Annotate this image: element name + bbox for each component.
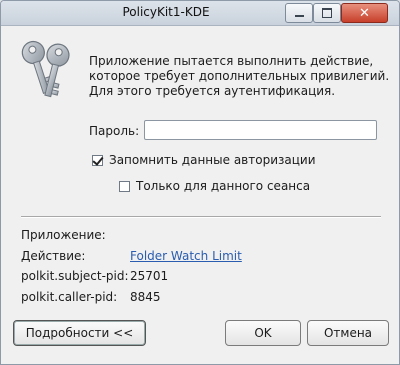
maximize-icon <box>322 8 332 18</box>
titlebar[interactable]: PolicyKit1-KDE ✕ <box>1 1 399 26</box>
close-button[interactable]: ✕ <box>341 3 388 23</box>
caller-pid-label: polkit.caller-pid: <box>21 290 118 304</box>
action-link[interactable]: Folder Watch Limit <box>130 249 242 263</box>
auth-message: Приложение пытается выполнить действие, … <box>89 54 389 99</box>
application-label: Приложение: <box>21 228 106 242</box>
checkmark-icon[interactable] <box>92 154 103 166</box>
auth-dialog: PolicyKit1-KDE ✕ Приложение пытается вып… <box>0 0 400 365</box>
session-only-label: Только для данного сеанса <box>136 179 311 193</box>
message-line: Для этого требуется аутентификация. <box>89 84 336 98</box>
action-label: Действие: <box>21 249 86 263</box>
details-button[interactable]: Подробности << <box>13 320 146 346</box>
checkbox-box[interactable] <box>119 180 130 192</box>
subject-pid-value: 25701 <box>130 269 169 283</box>
remember-checkbox[interactable]: Запомнить данные авторизации <box>92 153 316 167</box>
minimize-button[interactable] <box>285 3 313 23</box>
message-line: Приложение пытается выполнить действие, <box>89 54 374 68</box>
maximize-button[interactable] <box>313 3 341 23</box>
keys-icon <box>21 40 70 98</box>
password-label: Пароль: <box>89 124 140 138</box>
window-title: PolicyKit1-KDE <box>122 5 210 19</box>
minimize-icon <box>294 15 304 17</box>
message-line: которое требует дополнительных привилеги… <box>89 69 390 83</box>
cancel-button[interactable]: Отмена <box>307 320 389 346</box>
close-icon: ✕ <box>359 5 370 21</box>
separator <box>21 216 381 218</box>
remember-label: Запомнить данные авторизации <box>109 153 316 167</box>
subject-pid-label: polkit.subject-pid: <box>21 269 129 283</box>
session-only-checkbox[interactable]: Только для данного сеанса <box>119 179 310 193</box>
caller-pid-value: 8845 <box>130 290 161 304</box>
ok-button[interactable]: OK <box>225 320 301 346</box>
password-input[interactable] <box>144 120 377 140</box>
